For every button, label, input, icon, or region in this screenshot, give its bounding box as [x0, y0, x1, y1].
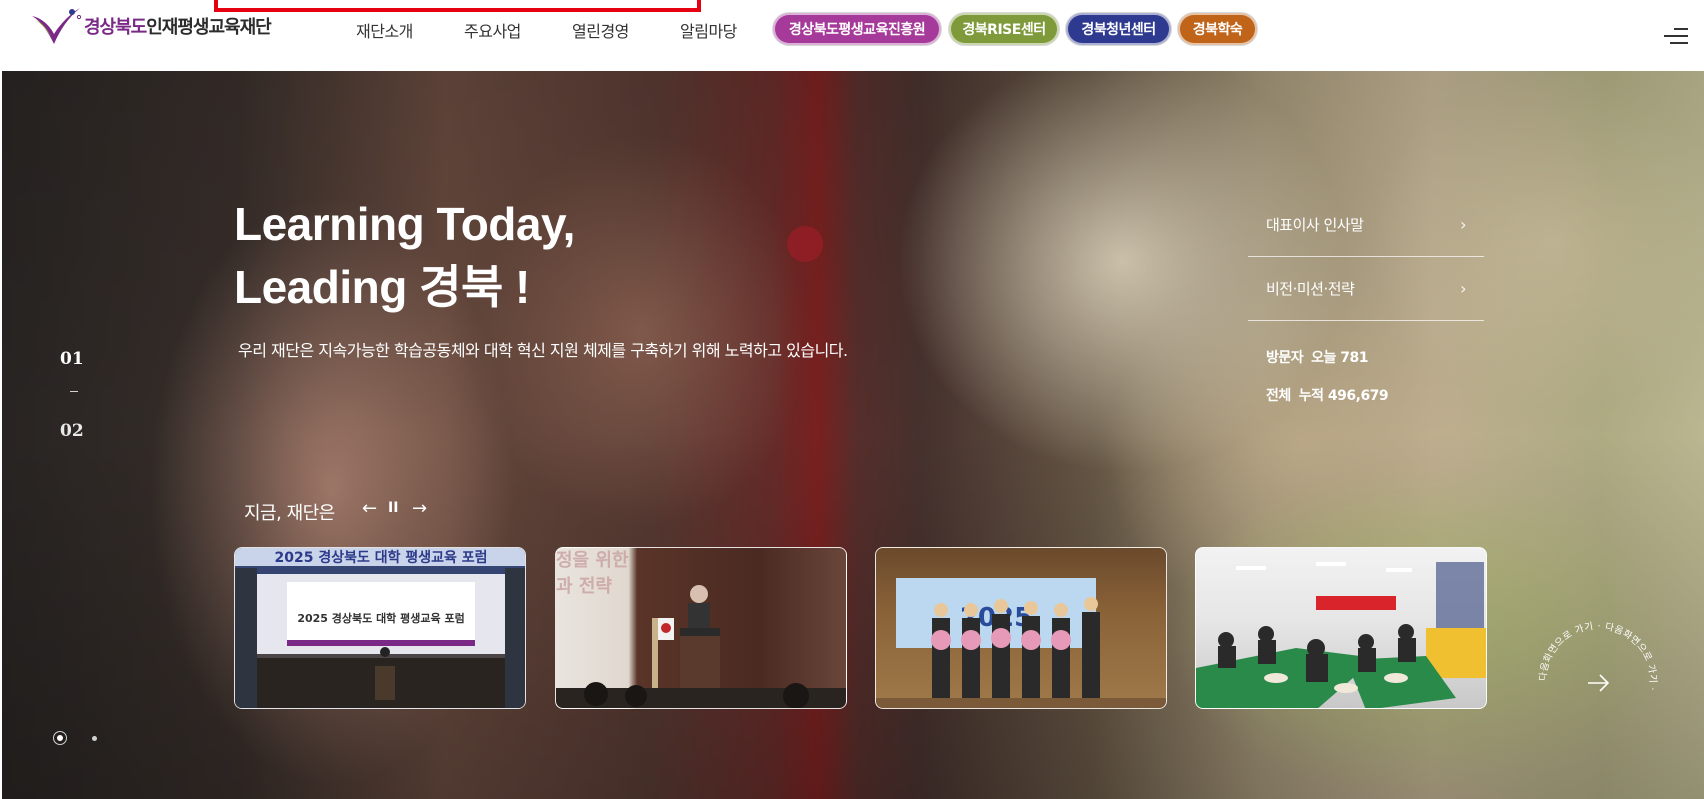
visitor-today-value: 오늘 781	[1311, 350, 1368, 366]
prev-arrow-icon[interactable]: ←	[362, 498, 377, 519]
link-vision-mission[interactable]: 비전·미션·전략 ›	[1248, 257, 1484, 321]
news-thumbnail-1-image: 2025 경상북도 대학 평생교육 포럼 2025 경상북도 대학 평생교육 포…	[235, 548, 525, 708]
logo-text-province: 경상북도	[84, 17, 147, 38]
visitor-today: 방문자 오늘 781	[1266, 347, 1368, 367]
hero-subtitle: 우리 재단은 지속가능한 학습공동체와 대학 혁신 지원 체제를 구축하기 위해…	[238, 341, 848, 360]
link-ceo-greeting-label: 대표이사 인사말	[1266, 216, 1364, 234]
news-thumbnail-4[interactable]	[1195, 547, 1487, 709]
news-thumbnail-1[interactable]: 2025 경상북도 대학 평생교육 포럼 2025 경상북도 대학 평생교육 포…	[234, 547, 526, 709]
logo-text-foundation: 인재평생교육재단	[146, 17, 271, 38]
visitor-total-label: 전체	[1266, 388, 1291, 404]
nav-open-management[interactable]: 열린경영	[572, 18, 629, 42]
arrow-icon	[1588, 674, 1610, 692]
chevron-right-icon: ›	[1460, 215, 1466, 234]
pill-rise-center[interactable]: 경북RISE센터	[949, 13, 1059, 45]
slide-number-02[interactable]: 02	[60, 421, 84, 441]
nav-about[interactable]: 재단소개	[356, 18, 413, 42]
next-screen-button[interactable]: 다음화면으로 가기 · 다음화면으로 가기 ·	[1528, 611, 1668, 751]
logo-mark-icon	[32, 8, 82, 44]
visitor-total-value: 누적 496,679	[1298, 388, 1389, 404]
hero-headline: Learning Today, Leading 경북 !	[234, 193, 575, 319]
pagination-dot-active[interactable]	[53, 731, 67, 745]
logo-text: 경상북도인재평생교육재단	[84, 13, 272, 39]
hamburger-menu-icon[interactable]	[1660, 24, 1688, 46]
news-thumbnail-3-image: 2025	[876, 578, 1166, 708]
highlight-box	[214, 0, 701, 12]
svg-text:다음화면으로 가기 · 다음화면으로 가기 ·: 다음화면으로 가기 · 다음화면으로 가기 ·	[1538, 621, 1658, 692]
next-screen-circular-text: 다음화면으로 가기 · 다음화면으로 가기 ·	[1538, 621, 1658, 692]
hero-headline-line1: Learning Today,	[234, 198, 575, 250]
link-vision-mission-label: 비전·미션·전략	[1266, 280, 1355, 298]
pill-youth-center[interactable]: 경북청년센터	[1066, 13, 1171, 45]
next-arrow-icon[interactable]: →	[412, 498, 427, 519]
thumb2-bg-text-2: 과 전략	[556, 576, 612, 597]
hero-headline-line2: Leading 경북 !	[234, 261, 530, 313]
slide-number-divider	[70, 391, 78, 392]
chevron-right-icon: ›	[1460, 279, 1466, 298]
thumb1-top-title: 2025 경상북도 대학 평생교육 포럼	[274, 549, 487, 566]
news-thumbnail-4-image	[1196, 562, 1486, 708]
news-thumbnail-2[interactable]: 정을 위한 과 전략	[555, 547, 847, 709]
link-ceo-greeting[interactable]: 대표이사 인사말 ›	[1248, 193, 1484, 257]
thumb1-banner: 2025 경상북도 대학 평생교육 포럼	[297, 611, 464, 625]
nav-main-projects[interactable]: 주요사업	[464, 18, 521, 42]
pill-dormitory[interactable]: 경북학숙	[1178, 13, 1257, 45]
pagination-dot[interactable]	[92, 736, 97, 741]
now-section-title: 지금, 재단은	[244, 503, 335, 524]
pause-icon[interactable]: II	[388, 500, 398, 516]
nav-notice-board[interactable]: 알림마당	[680, 18, 737, 42]
pill-lifelong-education-institute[interactable]: 경상북도평생교육진흥원	[773, 13, 941, 45]
news-thumbnail-3[interactable]: 2025	[875, 547, 1167, 709]
thumb2-bg-text-1: 정을 위한	[556, 550, 629, 571]
site-header: 경상북도인재평생교육재단 재단소개 주요사업 열린경영 알림마당 경상북도평생교…	[0, 0, 1704, 71]
visitor-today-label: 방문자	[1266, 350, 1304, 366]
visitor-total: 전체 누적 496,679	[1266, 385, 1389, 405]
slide-number-01[interactable]: 01	[60, 349, 84, 369]
news-thumbnail-2-image: 정을 위한 과 전략	[556, 550, 846, 708]
hero-slider: Learning Today, Leading 경북 ! 우리 재단은 지속가능…	[2, 71, 1704, 799]
